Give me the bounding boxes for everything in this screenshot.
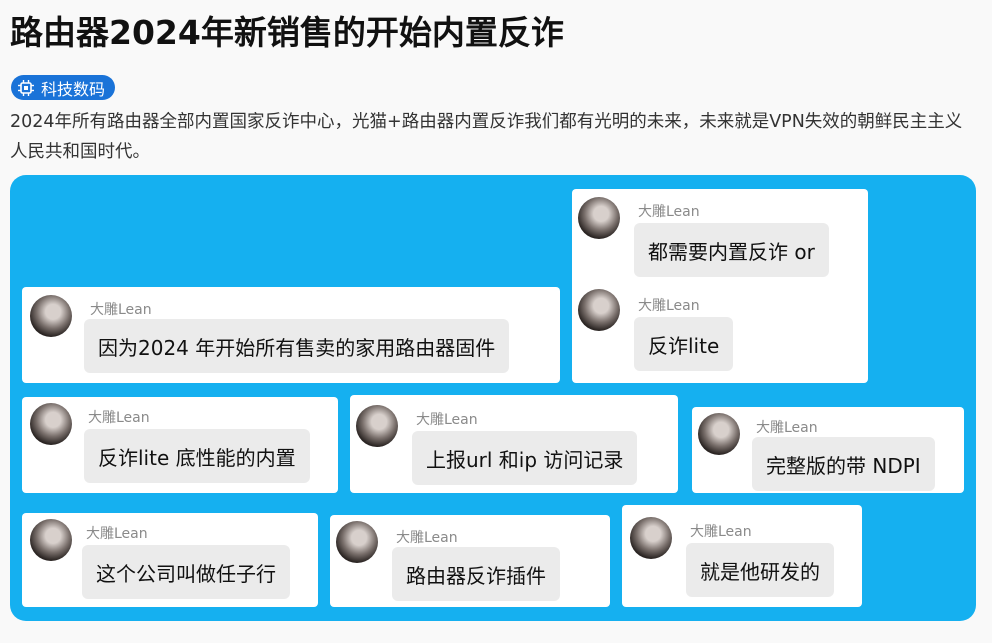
message-bubble: 路由器反诈插件 xyxy=(392,547,560,601)
username: 大雕Lean xyxy=(396,530,458,546)
avatar xyxy=(578,197,620,239)
message-bubble: 因为2024 年开始所有售卖的家用路由器固件 xyxy=(84,319,510,373)
avatar xyxy=(30,295,72,337)
avatar xyxy=(356,405,398,447)
message-bubble: 反诈lite xyxy=(634,317,734,371)
username: 大雕Lean xyxy=(638,298,700,314)
avatar xyxy=(30,403,72,445)
message-bubble: 上报url 和ip 访问记录 xyxy=(412,431,638,485)
chat-card: 大雕Lean 就是他研发的 xyxy=(622,505,862,607)
avatar xyxy=(630,517,672,559)
chat-card: 大雕Lean 这个公司叫做任子行 xyxy=(22,513,318,607)
article-summary: 2024年所有路由器全部内置国家反诈中心，光猫+路由器内置反诈我们都有光明的未来… xyxy=(10,112,963,162)
username: 大雕Lean xyxy=(90,302,152,318)
avatar xyxy=(578,289,620,331)
avatar xyxy=(30,519,72,561)
chat-card: 大雕Lean 完整版的带 NDPI xyxy=(692,407,964,493)
username: 大雕Lean xyxy=(88,410,150,426)
username: 大雕Lean xyxy=(86,526,148,542)
message-bubble: 完整版的带 NDPI xyxy=(752,437,935,491)
message-bubble: 反诈lite 底性能的内置 xyxy=(84,429,310,483)
chat-card: 大雕Lean 都需要内置反诈 or 大雕Lean 反诈lite xyxy=(572,189,868,383)
message-bubble: 这个公司叫做任子行 xyxy=(82,545,290,599)
article-title: 路由器2024年新销售的开始内置反诈 xyxy=(10,13,564,52)
chat-card: 大雕Lean 路由器反诈插件 xyxy=(330,515,610,607)
category-tag[interactable]: 科技数码 xyxy=(11,75,116,100)
username: 大雕Lean xyxy=(638,204,700,220)
message-bubble: 都需要内置反诈 or xyxy=(634,223,829,277)
chat-card: 大雕Lean 因为2024 年开始所有售卖的家用路由器固件 xyxy=(22,287,560,383)
chat-screenshot-image: 大雕Lean 都需要内置反诈 or 大雕Lean 反诈lite 大雕Lean 因… xyxy=(10,175,976,621)
username: 大雕Lean xyxy=(756,420,818,436)
username: 大雕Lean xyxy=(416,412,478,428)
chat-card: 大雕Lean 反诈lite 底性能的内置 xyxy=(22,397,338,493)
avatar xyxy=(698,413,740,455)
avatar xyxy=(336,521,378,563)
username: 大雕Lean xyxy=(690,524,752,540)
chat-card: 大雕Lean 上报url 和ip 访问记录 xyxy=(350,395,678,493)
chip-icon xyxy=(18,79,34,96)
category-tag-label: 科技数码 xyxy=(41,79,106,99)
message-bubble: 就是他研发的 xyxy=(686,543,834,597)
